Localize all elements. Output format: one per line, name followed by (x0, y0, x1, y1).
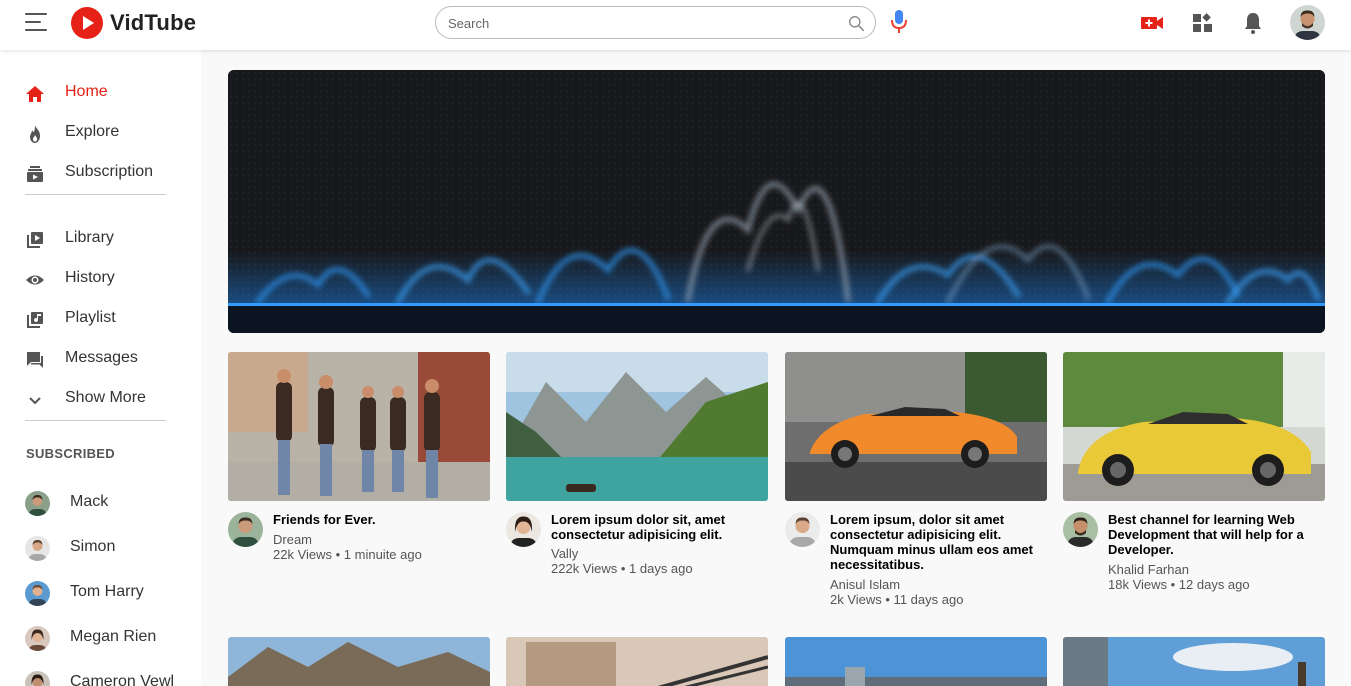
subscription-item[interactable]: Mack (0, 483, 201, 523)
subscription-item[interactable]: Cameron Vewl (0, 663, 201, 686)
subscription-name: Megan Rien (70, 628, 157, 645)
video-thumbnail[interactable] (785, 352, 1047, 501)
video-thumbnail[interactable] (785, 637, 1047, 686)
sidebar-item-label: Show More (65, 389, 146, 406)
chevron-down-icon (29, 397, 41, 405)
playlist-icon (27, 312, 43, 328)
subscription-item[interactable]: Megan Rien (0, 618, 201, 658)
logo[interactable]: VidTube (71, 7, 196, 39)
video-thumbnail[interactable] (506, 637, 768, 686)
avatar (25, 581, 50, 606)
video-thumbnail[interactable] (1063, 352, 1325, 501)
sidebar-item-label: Subscription (65, 163, 154, 180)
video-thumbnail[interactable] (228, 352, 490, 501)
home-icon (26, 86, 44, 102)
subscription-item[interactable]: Tom Harry (0, 573, 201, 613)
sidebar-divider (25, 194, 166, 195)
flame-icon (30, 125, 40, 143)
sidebar-item-home[interactable]: Home (0, 73, 201, 113)
sidebar-item-label: Home (65, 83, 108, 100)
banner-smoke-image (228, 70, 1325, 333)
sidebar-divider (25, 420, 166, 421)
sidebar-item-subscription[interactable]: Subscription (0, 153, 201, 193)
sidebar-item-label: Explore (65, 123, 120, 140)
channel-avatar[interactable] (506, 512, 541, 547)
sidebar-item-label: History (65, 269, 115, 286)
sidebar-item-label: Messages (65, 349, 138, 366)
video-thumbnail[interactable] (228, 637, 490, 686)
video-title[interactable]: Lorem ipsum dolor sit, amet consectetur … (551, 512, 766, 542)
library-icon (27, 232, 43, 248)
sidebar: Home Explore Subscription Library Histor… (0, 50, 201, 686)
user-avatar[interactable] (1290, 5, 1325, 40)
channel-avatar[interactable] (228, 512, 263, 547)
channel-name[interactable]: Anisul Islam (830, 577, 1045, 592)
search-icon[interactable] (848, 15, 865, 32)
sidebar-item-explore[interactable]: Explore (0, 113, 201, 153)
sidebar-item-messages[interactable]: Messages (0, 339, 201, 379)
sidebar-item-label: Playlist (65, 309, 116, 326)
channel-avatar[interactable] (785, 512, 820, 547)
channel-avatar[interactable] (1063, 512, 1098, 547)
avatar (25, 491, 50, 516)
sidebar-item-library[interactable]: Library (0, 219, 201, 259)
menu-icon[interactable] (25, 13, 47, 31)
microphone-icon[interactable] (889, 9, 909, 35)
subscribed-heading: SUBSCRIBED (26, 446, 115, 461)
video-title[interactable]: Best channel for learning Web Developmen… (1108, 512, 1323, 557)
play-logo-icon (71, 7, 103, 39)
video-stats: 22k Views • 1 minuite ago (273, 547, 422, 562)
sidebar-item-playlist[interactable]: Playlist (0, 299, 201, 339)
bell-icon[interactable] (1241, 11, 1265, 35)
sidebar-item-show-more[interactable]: Show More (0, 379, 201, 419)
subscription-item[interactable]: Simon (0, 528, 201, 568)
avatar (25, 536, 50, 561)
sidebar-item-history[interactable]: History (0, 259, 201, 299)
avatar (25, 626, 50, 651)
logo-text: VidTube (110, 10, 197, 35)
eye-icon (26, 275, 44, 285)
top-header: VidTube (0, 0, 1351, 50)
channel-name[interactable]: Vally (551, 546, 766, 561)
subscription-name: Cameron Vewl (70, 673, 175, 686)
video-stats: 2k Views • 11 days ago (830, 592, 964, 607)
upload-video-icon[interactable] (1140, 11, 1164, 35)
video-thumbnail[interactable] (506, 352, 768, 501)
video-title[interactable]: Friends for Ever. (273, 512, 488, 527)
sidebar-item-label: Library (65, 229, 114, 246)
subscription-icon (27, 166, 43, 182)
avatar (25, 671, 50, 686)
video-thumbnail[interactable] (1063, 637, 1325, 686)
apps-icon[interactable] (1191, 11, 1215, 35)
message-icon (27, 352, 43, 368)
hero-banner[interactable] (228, 70, 1325, 333)
search-bar (435, 6, 876, 39)
channel-name[interactable]: Dream (273, 532, 488, 547)
channel-name[interactable]: Khalid Farhan (1108, 562, 1323, 577)
video-stats: 222k Views • 1 days ago (551, 561, 693, 576)
video-stats: 18k Views • 12 days ago (1108, 577, 1250, 592)
subscription-name: Tom Harry (70, 583, 144, 600)
search-input[interactable] (448, 13, 838, 33)
subscription-name: Simon (70, 538, 116, 555)
subscription-name: Mack (70, 493, 109, 510)
video-title[interactable]: Lorem ipsum, dolor sit amet consectetur … (830, 512, 1045, 572)
